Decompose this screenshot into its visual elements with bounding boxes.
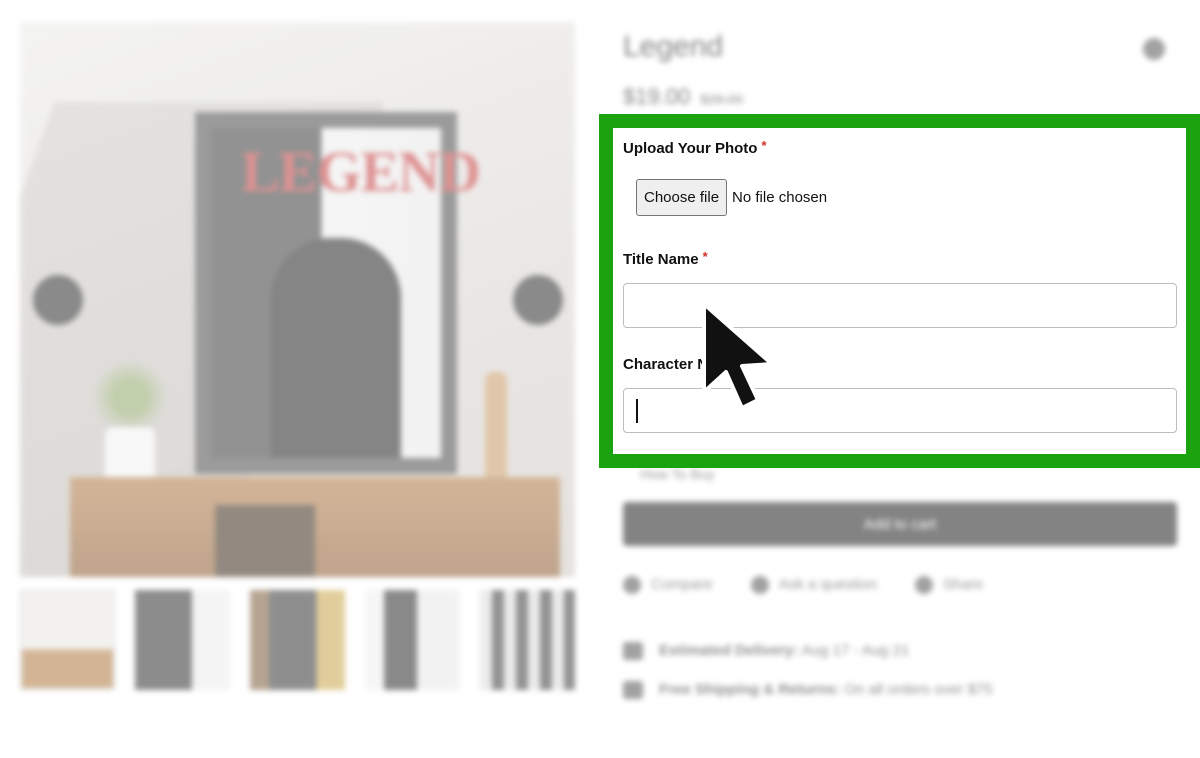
how-to-buy-link[interactable]: How To Buy [640,466,714,482]
product-title: Legend [623,30,724,63]
character-name-label: Character N [623,356,708,373]
free-shipping: Free Shipping & Returns: On all orders o… [623,681,993,700]
shipping-value: On all orders over $75 [844,681,993,698]
upload-photo-label-text: Upload Your Photo [623,140,758,157]
chevron-right-icon[interactable] [513,275,563,325]
cabinet-slot [215,505,315,577]
compare-icon [623,576,641,595]
thumbnail-5[interactable] [480,590,575,690]
heart-icon[interactable] [1143,38,1165,60]
estimated-delivery: Estimated Delivery: Aug 17 - Aug 21 [623,642,910,661]
choose-file-button[interactable]: Choose file [636,179,728,216]
thumbnail-2[interactable] [135,590,231,690]
poster-title: LEGEND [241,139,481,204]
price: $19.00 [623,84,691,109]
product-main-image: LEGEND [20,22,575,577]
thumbnail-1[interactable] [20,590,116,690]
share-button[interactable]: Share [915,576,984,595]
globe-icon [623,681,643,700]
mouse-pointer-icon [702,302,774,410]
plant-pot [105,427,155,482]
poster-figure [271,238,401,458]
product-page: LEGEND Legend $19.00 $26.00 How To Buy A… [0,0,1200,758]
question-icon [750,576,769,595]
product-actions: Compare Ask a question Share [623,576,984,595]
file-input[interactable]: Choose file No file chosen [636,179,827,216]
thumbnail-3[interactable] [250,590,346,690]
delivery-value: Aug 17 - Aug 21 [801,642,910,659]
text-caret [636,399,638,423]
required-mark: * [761,138,767,153]
title-name-label-text: Title Name [623,251,699,268]
price-row: $19.00 $26.00 [623,84,743,110]
thumbnail-strip [20,590,575,695]
compare-label: Compare [651,576,713,593]
thumbnail-4[interactable] [365,590,460,690]
poster-frame: LEGEND [195,112,481,474]
add-to-cart-button[interactable]: Add to cart [623,502,1177,546]
upload-photo-label: Upload Your Photo * [623,138,767,157]
chevron-left-icon[interactable] [33,275,83,325]
poster: LEGEND [211,128,481,458]
ask-question-button[interactable]: Ask a question [750,576,878,595]
shipping-label: Free Shipping & Returns: [659,681,841,698]
wooden-figurine [485,372,507,482]
file-status: No file chosen [732,189,828,206]
truck-icon [623,642,643,661]
character-name-label-text: Character N [623,356,709,373]
plant-leaves [90,362,170,432]
compare-button[interactable]: Compare [623,576,713,595]
cabinet [70,477,560,577]
required-mark: * [702,249,708,264]
ask-question-label: Ask a question [778,576,878,593]
share-label: Share [943,576,984,593]
old-price: $26.00 [700,91,744,107]
title-name-label: Title Name * [623,249,708,268]
share-icon [915,576,934,595]
delivery-label: Estimated Delivery: [659,642,799,659]
